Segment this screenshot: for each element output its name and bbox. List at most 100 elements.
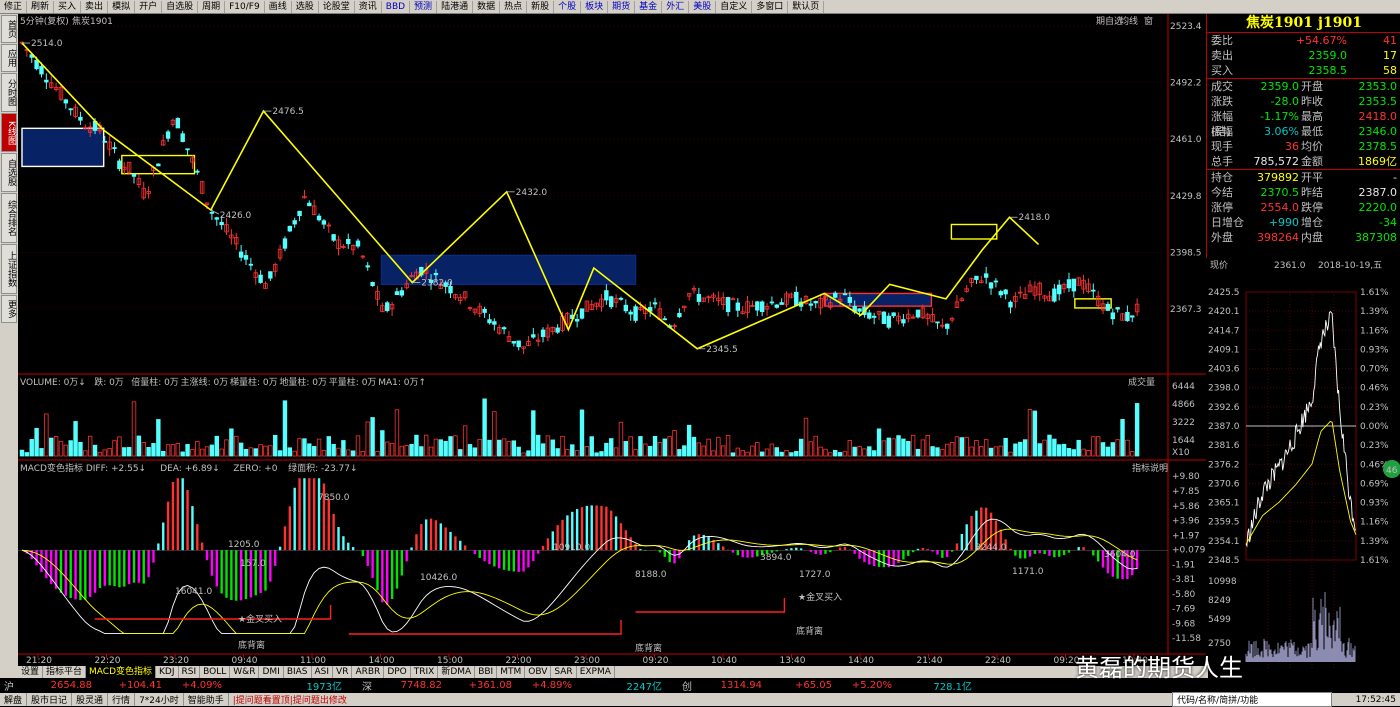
indicator-tab[interactable]: BIAS — [284, 666, 312, 678]
macd-help-button[interactable]: 指标说明 — [1132, 462, 1168, 474]
toolbar-item[interactable]: 开户 — [135, 0, 163, 13]
left-nav-item[interactable]: 应用 — [1, 44, 17, 72]
indicator-tab[interactable]: 设置 — [18, 666, 44, 678]
quote-key: 内盘 — [1301, 231, 1323, 244]
volume-bar — [526, 450, 531, 457]
intraday-right-tick: 0.93% — [1360, 499, 1389, 509]
chart-header-button[interactable]: 均线 — [1120, 15, 1138, 27]
toolbar-item[interactable]: 自定义 — [716, 0, 753, 13]
toolbar-item[interactable]: BBD — [382, 0, 411, 13]
left-nav-item[interactable]: 首页 — [1, 15, 17, 43]
status-item[interactable]: 行情 — [108, 693, 136, 706]
volume-bar — [540, 443, 546, 457]
volume-bar — [759, 451, 765, 457]
toolbar-item[interactable]: 热点 — [500, 0, 528, 13]
indicator-tab[interactable]: ARBR — [352, 666, 385, 678]
indicator-tab[interactable]: 新DMA — [438, 666, 476, 678]
indicator-tab[interactable]: DMI — [259, 666, 284, 678]
indicator-tab[interactable]: VR — [333, 666, 353, 678]
indicator-tab[interactable]: ASI — [312, 666, 334, 678]
toolbar-item[interactable]: 自选股 — [162, 0, 199, 13]
consolidation-box — [21, 127, 105, 168]
chart-header-button[interactable]: 期自选 — [1096, 15, 1123, 27]
quote-key: 均价 — [1301, 140, 1323, 153]
indicator-tab[interactable]: RSI — [179, 666, 201, 678]
status-alert[interactable]: |提问题看置顶|提问题出修改 — [229, 693, 797, 706]
indicator-tab[interactable]: TRIX — [411, 666, 439, 678]
candle-body — [1130, 315, 1135, 318]
toolbar-item[interactable]: 卖出 — [81, 0, 109, 13]
indicator-tab[interactable]: KDJ — [156, 666, 179, 678]
toolbar-item[interactable]: 期货 — [608, 0, 636, 13]
toolbar-item[interactable]: 陆港通 — [437, 0, 474, 13]
search-input[interactable]: 代码/名称/简拼/功能 — [1172, 692, 1332, 707]
left-nav-item[interactable]: 综合排名 — [1, 193, 17, 243]
toolbar-item[interactable]: 修正 — [0, 0, 28, 13]
indicator-tab[interactable]: W&R — [230, 666, 260, 678]
indicator-tab[interactable]: BBI — [475, 666, 498, 678]
price-annotation: 2476.5 — [272, 107, 304, 117]
indicator-tab[interactable]: 指标平台 — [43, 666, 87, 678]
candle-body — [1091, 289, 1096, 292]
candle-body — [492, 321, 497, 325]
intraday-chart[interactable]: 现价 2361.0 2018-10-19,五 2425.5 1.61% 2420.1 1.3… — [1206, 258, 1400, 678]
toolbar-item[interactable]: 买入 — [54, 0, 82, 13]
intraday-left-tick: 2387.0 — [1208, 422, 1240, 432]
candle-body — [677, 312, 682, 318]
toolbar-item[interactable]: 多窗口 — [752, 0, 789, 13]
toolbar-item[interactable]: 论股堂 — [319, 0, 355, 13]
volume-bar — [122, 447, 127, 457]
status-item[interactable]: 股灵通 — [72, 693, 109, 706]
left-nav-item[interactable]: 更多 — [1, 295, 17, 323]
toolbar-item[interactable]: 新股 — [527, 0, 555, 13]
volume-selector[interactable]: 成交量 — [1128, 376, 1155, 388]
candle-body — [759, 301, 765, 313]
volume-bar — [876, 428, 882, 457]
toolbar-item[interactable]: 预测 — [410, 0, 438, 13]
kline-chart[interactable]: 5分钟(复权) 焦炭1901 期自选均线窗 2523.4 2492.2 2461.0… — [18, 14, 1206, 666]
quote-value: 379892 — [1257, 171, 1299, 184]
toolbar-item[interactable]: 画线 — [265, 0, 292, 13]
indicator-tab[interactable]: MTM — [497, 666, 526, 678]
left-nav-item[interactable]: 分时图 — [1, 73, 17, 112]
toolbar-item[interactable]: 美股 — [689, 0, 717, 13]
toolbar-item[interactable]: 模拟 — [108, 0, 136, 13]
macd-tick: +5.86 — [1172, 502, 1200, 512]
indicator-tab[interactable]: BOLL — [200, 666, 231, 678]
status-item[interactable]: 7*24小时 — [135, 693, 184, 706]
toolbar-item[interactable]: 板块 — [581, 0, 609, 13]
indicator-tab[interactable]: EXPMA — [577, 666, 615, 678]
candle-body — [1115, 307, 1120, 310]
chart-header-button[interactable]: 窗 — [1144, 15, 1153, 27]
toolbar-item[interactable]: 个股 — [554, 0, 582, 13]
intraday-left-tick: 2376.2 — [1208, 460, 1240, 470]
indicator-tab[interactable]: DPO — [384, 666, 411, 678]
indicator-tab[interactable]: OBV — [525, 666, 552, 678]
quote-panel: 焦炭1901 j1901 委比 +54.67% 41 卖出 2359.0 17 买入 2358… — [1206, 14, 1400, 258]
status-item[interactable]: 解盘 — [0, 693, 28, 706]
candle-body — [185, 148, 190, 151]
volume-bar — [253, 448, 258, 457]
volume-bar — [1066, 448, 1072, 457]
left-nav-item[interactable]: 自选股 — [1, 153, 17, 192]
status-item[interactable]: 股市日记 — [27, 693, 73, 706]
left-nav-item[interactable]: K线图 — [1, 113, 17, 152]
toolbar-item[interactable]: 外汇 — [662, 0, 690, 13]
indicator-tab[interactable]: MACD变色指标 — [86, 666, 157, 678]
price-annotation: 2432.0 — [516, 188, 548, 198]
toolbar-item[interactable]: F10/F9 — [225, 0, 265, 13]
left-nav-item[interactable]: 上证指数 — [1, 244, 17, 294]
volume-bar — [682, 445, 687, 457]
toolbar-item[interactable]: 周期 — [198, 0, 226, 13]
toolbar-item[interactable]: 选股 — [292, 0, 319, 13]
status-item[interactable]: 智能助手 — [184, 693, 229, 706]
toolbar-item[interactable]: 资讯 — [355, 0, 382, 13]
toolbar-item[interactable]: 刷新 — [27, 0, 55, 13]
toolbar-item[interactable]: 基金 — [635, 0, 663, 13]
time-tick: 23:20 — [163, 656, 189, 666]
volume-bar — [789, 452, 794, 457]
candle-body — [988, 282, 994, 289]
indicator-tab[interactable]: SAR — [551, 666, 577, 678]
toolbar-item[interactable]: 默认页 — [788, 0, 825, 13]
toolbar-item[interactable]: 数据 — [473, 0, 501, 13]
